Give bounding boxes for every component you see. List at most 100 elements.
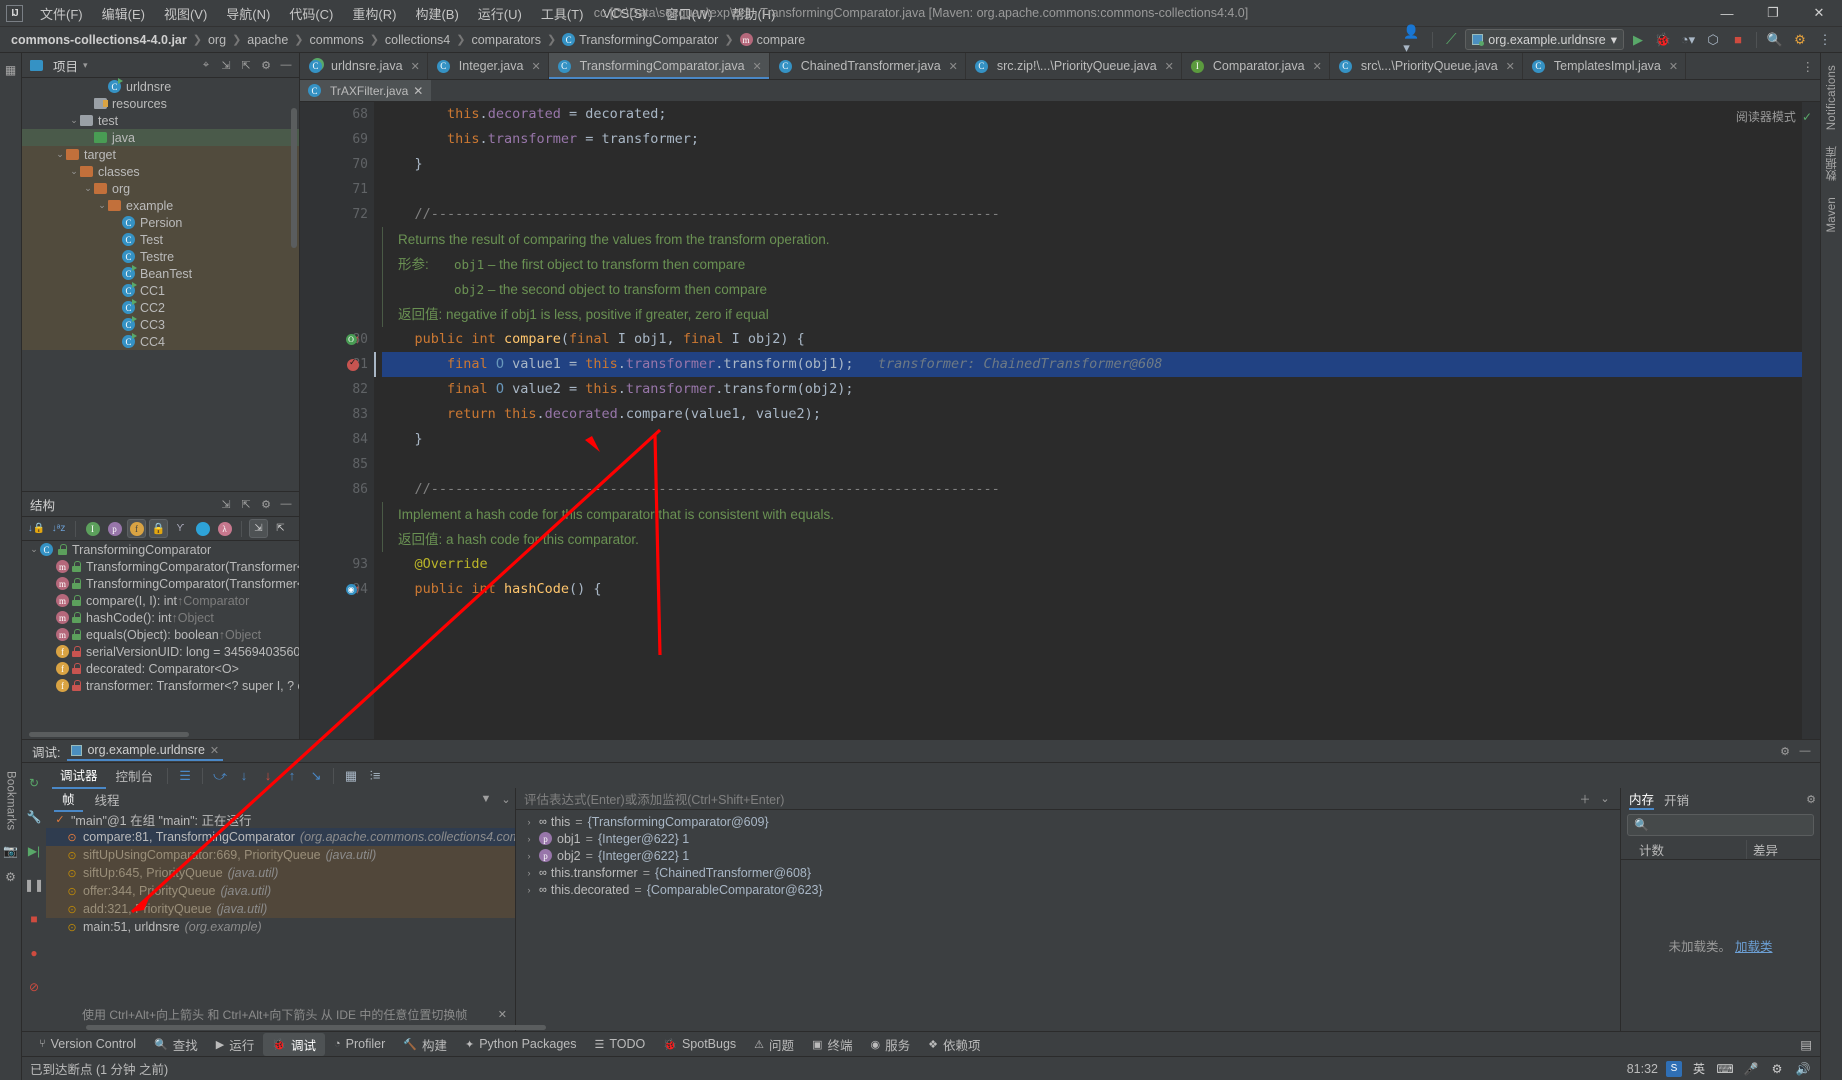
show-lambdas-icon[interactable] xyxy=(193,519,212,538)
menu-build[interactable]: 构建(B) xyxy=(406,0,467,27)
close-icon[interactable]: ✕ xyxy=(753,60,762,73)
structure-item[interactable]: m TransformingComparator(Transformer<? s xyxy=(22,575,299,592)
sort-alphabetically-icon[interactable]: ↓ᵃz xyxy=(49,519,68,538)
chevron-right-icon[interactable]: › xyxy=(524,851,534,861)
ime-sogou-icon[interactable]: S xyxy=(1666,1060,1682,1077)
panel-settings-icon[interactable]: ⚙ xyxy=(257,495,275,513)
editor-gutter[interactable]: 686970717280O↑8182838485869394◉↑ xyxy=(300,102,374,739)
layout-settings-icon[interactable]: ⫶≡ xyxy=(364,765,386,787)
caret-position[interactable]: 81:32 xyxy=(1627,1062,1658,1076)
code-line[interactable]: public int compare(final I obj1, final I… xyxy=(382,327,1802,352)
tab-memory[interactable]: 内存 xyxy=(1629,789,1655,810)
panel-settings-icon[interactable]: ⚙ xyxy=(257,56,275,74)
step-out-icon[interactable]: ↑ xyxy=(281,765,303,787)
toolwindow-button-11[interactable]: ◉ 服务 xyxy=(861,1033,919,1056)
stop-icon[interactable]: ■ xyxy=(24,909,44,929)
project-tree-item[interactable]: C CC3 xyxy=(22,316,299,333)
close-icon[interactable]: ✕ xyxy=(1313,60,1322,73)
toolwindow-button-12[interactable]: ❖ 依赖项 xyxy=(919,1033,989,1056)
profile-button[interactable]: ⬡ xyxy=(1702,29,1724,51)
project-tree-item[interactable]: ⌄ org xyxy=(22,180,299,197)
chevron-right-icon[interactable]: › xyxy=(524,817,534,827)
tab-console[interactable]: 控制台 xyxy=(108,763,162,788)
toolwindow-button-2[interactable]: ▶ 运行 xyxy=(207,1033,263,1056)
stack-frame-row[interactable]: ⊙ siftUp:645, PriorityQueue (java.util) xyxy=(46,864,515,882)
project-tree-item[interactable]: Curldnsre xyxy=(22,78,299,95)
settings-icon[interactable]: ⚙ xyxy=(1,867,21,887)
evaluate-expression-icon[interactable]: ▦ xyxy=(340,765,362,787)
show-properties-icon[interactable]: p xyxy=(105,519,124,538)
editor-tab-traxfilter[interactable]: C TrAXFilter.java ✕ xyxy=(300,80,432,101)
structure-item[interactable]: m compare(I, I): int ↑Comparator xyxy=(22,592,299,609)
ime-settings-icon[interactable]: ⚙ xyxy=(1768,1060,1786,1078)
breadcrumb-collections4[interactable]: collections4 xyxy=(380,31,455,49)
project-tree-item[interactable]: C CC4 xyxy=(22,333,299,350)
close-icon[interactable]: ✕ xyxy=(949,60,958,73)
close-icon[interactable]: ✕ xyxy=(1165,60,1174,73)
collapse-all-icon[interactable]: ⇱ xyxy=(237,56,255,74)
project-window-icon[interactable]: ▦ xyxy=(1,60,21,80)
resume-program-icon[interactable]: ▶| xyxy=(24,841,44,861)
stack-frame-row[interactable]: ⊙ main:51, urldnsre (org.example) xyxy=(46,918,515,936)
structure-item[interactable]: ⌄ C TransformingComparator xyxy=(22,541,299,558)
variable-row[interactable]: › ∞ this.decorated = {ComparableComparator@6… xyxy=(516,881,1620,898)
menu-view[interactable]: 视图(V) xyxy=(155,0,216,27)
collapse-all-icon[interactable]: ⇱ xyxy=(271,519,290,538)
code-line[interactable]: } xyxy=(382,152,1802,177)
close-icon[interactable]: ✕ xyxy=(1669,60,1678,73)
pause-program-icon[interactable]: ❚❚ xyxy=(24,875,44,895)
project-tree-item[interactable]: ⌄ target xyxy=(22,146,299,163)
tab-overhead[interactable]: 开销 xyxy=(1664,790,1689,809)
structure-item[interactable]: m equals(Object): boolean ↑Object xyxy=(22,626,299,643)
expand-all-icon[interactable]: ⇲ xyxy=(217,56,235,74)
close-icon[interactable]: ✕ xyxy=(498,1008,507,1021)
hide-panel-icon[interactable]: — xyxy=(1796,742,1814,760)
close-icon[interactable]: ✕ xyxy=(1506,60,1515,73)
panel-settings-icon[interactable]: ⚙ xyxy=(1776,742,1794,760)
code-line[interactable] xyxy=(382,452,1802,477)
rerun-icon[interactable]: ↻ xyxy=(24,773,44,793)
tab-frames[interactable]: 帧 xyxy=(54,787,83,812)
run-to-cursor-icon[interactable]: ↘ xyxy=(305,765,327,787)
camera-icon[interactable]: 📷 xyxy=(1,841,21,861)
settings-wrench-icon[interactable]: 🔧 xyxy=(24,807,44,827)
stack-frame-row[interactable]: ⊙ compare:81, TransformingComparator (org… xyxy=(46,828,515,846)
volume-icon[interactable]: 🔊 xyxy=(1794,1060,1812,1078)
reader-mode-badge[interactable]: 阅读器模式 ✓ xyxy=(1736,108,1812,125)
editor-tab[interactable]: Csrc.zip!\...\PriorityQueue.java ✕ xyxy=(966,53,1182,79)
breadcrumb-method[interactable]: m compare xyxy=(735,31,811,49)
project-scrollbar[interactable] xyxy=(291,108,297,248)
toolwindow-button-1[interactable]: 🔍 查找 xyxy=(145,1033,207,1056)
memory-col-count[interactable]: 计数 xyxy=(1621,840,1746,859)
project-tree[interactable]: Curldnsre resources ⌄ test java ⌄ target ⌄ class… xyxy=(22,78,299,491)
project-tree-item[interactable]: ⌄ classes xyxy=(22,163,299,180)
hide-panel-icon[interactable]: — xyxy=(277,56,295,74)
project-tree-item[interactable]: C BeanTest xyxy=(22,265,299,282)
chevron-down-icon[interactable]: ⌄ xyxy=(82,183,94,194)
show-inherited-icon[interactable]: I xyxy=(83,519,102,538)
maximize-button[interactable]: ❐ xyxy=(1750,0,1796,27)
chevron-right-icon[interactable]: › xyxy=(524,834,534,844)
add-watch-icon[interactable]: ＋ xyxy=(1576,790,1594,808)
code-line[interactable]: //--------------------------------------… xyxy=(382,202,1802,227)
code-line[interactable]: return this.decorated.compare(value1, va… xyxy=(382,402,1802,427)
minimize-button[interactable]: — xyxy=(1704,0,1750,27)
toolwindow-button-7[interactable]: ☰ TODO xyxy=(585,1035,654,1053)
collapse-all-icon[interactable]: ⇱ xyxy=(237,495,255,513)
toolwindow-button-6[interactable]: ✦ Python Packages xyxy=(456,1035,586,1053)
structure-item[interactable]: m hashCode(): int ↑Object xyxy=(22,609,299,626)
keyboard-icon[interactable]: ⌨ xyxy=(1716,1060,1734,1078)
project-tree-item[interactable]: C CC2 xyxy=(22,299,299,316)
code-line[interactable]: //--------------------------------------… xyxy=(382,477,1802,502)
evaluate-expression-bar[interactable]: 评估表达式(Enter)或添加监视(Ctrl+Shift+Enter) ＋ ⌄ xyxy=(516,788,1620,810)
editor-tab[interactable]: I Comparator.java ✕ xyxy=(1182,53,1330,79)
frames-hscrollbar[interactable] xyxy=(46,1023,546,1031)
close-icon[interactable]: ✕ xyxy=(413,84,423,98)
view-breakpoints-icon[interactable]: ● xyxy=(24,943,44,963)
step-into-icon[interactable]: ↓ xyxy=(233,765,255,787)
toolwindow-button-9[interactable]: ⚠ 问题 xyxy=(745,1033,803,1056)
code-line[interactable]: final O value2 = this.transformer.transf… xyxy=(382,377,1802,402)
close-icon[interactable]: ✕ xyxy=(210,744,219,757)
run-button[interactable]: ▶ xyxy=(1627,29,1649,51)
variable-row[interactable]: › p obj2 = {Integer@622} 1 xyxy=(516,847,1620,864)
